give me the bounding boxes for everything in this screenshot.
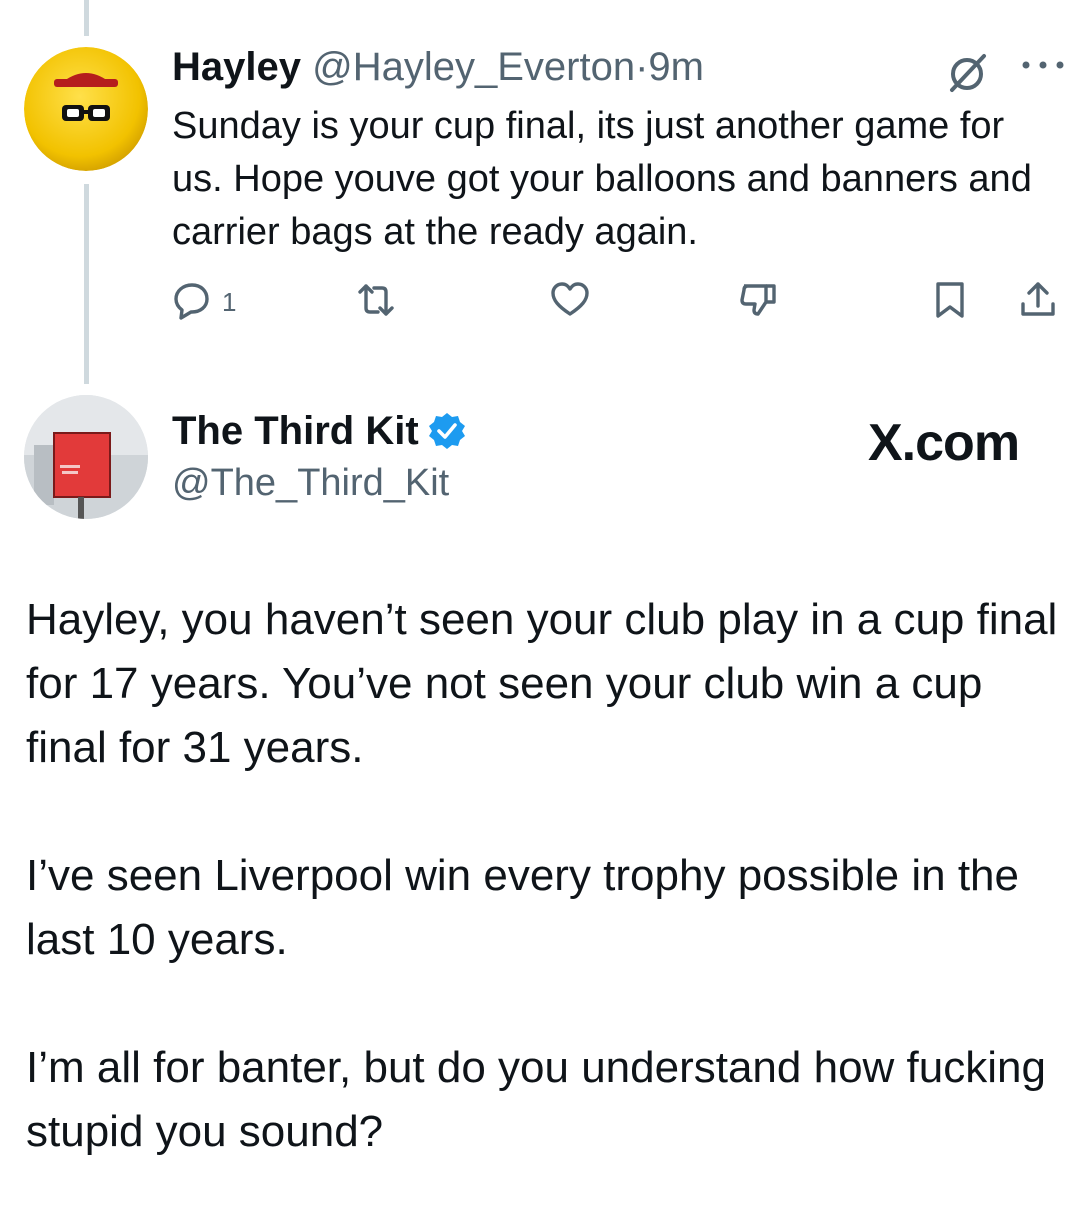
like-icon [550,280,590,325]
more-icon[interactable] [1018,50,1068,80]
tweet-paragraph: I’m all for banter, but do you understan… [26,1043,1046,1156]
bookmark-button[interactable] [930,280,970,324]
reply-button[interactable]: 1 [172,280,236,324]
x-watermark: X.com [868,414,1020,472]
dislike-button[interactable] [738,280,778,324]
reply-icon [172,280,212,325]
thread-line-top [84,0,89,36]
like-button[interactable] [550,280,590,324]
dislike-icon [738,280,778,325]
avatar[interactable] [24,395,148,519]
verified-badge-icon [427,411,467,451]
tweet-paragraph: I’ve seen Liverpool win every trophy pos… [26,851,1019,964]
retweet-button[interactable] [356,280,396,324]
grok-icon[interactable] [944,50,990,96]
tweet-actions: 1 [172,280,1062,324]
tweet-body: Hayley, you haven’t seen your club play … [26,588,1066,1228]
share-icon [1018,280,1058,325]
user-handle[interactable]: @The_Third_Kit [172,460,449,506]
tweet-paragraph: Hayley, you haven’t seen your club play … [26,595,1058,772]
tweet2-name-row: The Third Kit [172,408,467,454]
avatar[interactable] [24,47,148,171]
tweet-text: Sunday is your cup final, its just anoth… [172,105,1032,253]
display-name[interactable]: The Third Kit [172,408,419,454]
bookmark-icon [930,280,970,325]
thread-line [84,184,89,384]
timestamp[interactable]: 9m [648,45,704,89]
separator: · [635,45,649,89]
share-button[interactable] [1018,280,1058,324]
retweet-icon [356,280,396,325]
user-handle[interactable]: @Hayley_Everton [312,45,635,89]
reply-count: 1 [222,286,237,317]
tweet1-header: Hayley @Hayley_Everton·9m [172,44,704,90]
display-name[interactable]: Hayley [172,45,301,89]
